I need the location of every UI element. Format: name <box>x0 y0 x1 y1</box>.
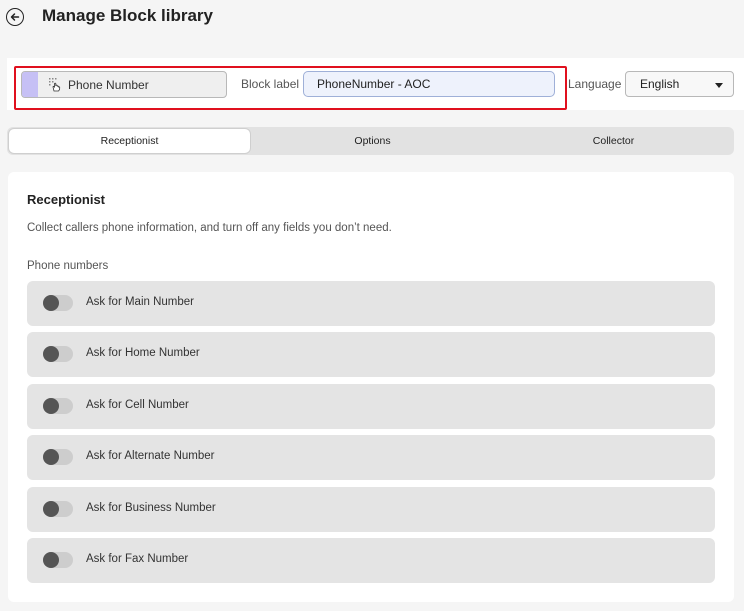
toggle-knob <box>43 500 59 517</box>
arrow-left-icon <box>10 13 20 21</box>
section-description: Collect callers phone information, and t… <box>27 222 392 234</box>
language-select[interactable]: English <box>625 71 734 97</box>
group-label: Phone numbers <box>27 260 109 272</box>
toggle-label: Ask for Home Number <box>86 347 200 360</box>
toggle-list: Ask for Main Number Ask for Home Number … <box>27 281 715 589</box>
toggle-label: Ask for Fax Number <box>86 552 189 565</box>
toggle-row-main-number[interactable]: Ask for Main Number <box>27 281 715 326</box>
toggle-row-cell-number[interactable]: Ask for Cell Number <box>27 383 715 429</box>
toggle-label: Ask for Alternate Number <box>86 450 215 463</box>
toggle-label: Ask for Cell Number <box>86 398 189 411</box>
toggle-switch[interactable] <box>43 295 73 311</box>
highlight-box <box>14 66 567 110</box>
back-button[interactable] <box>6 8 24 26</box>
toggle-knob <box>43 449 59 466</box>
tab-receptionist[interactable]: Receptionist <box>8 128 251 154</box>
toggle-label: Ask for Main Number <box>86 296 195 308</box>
toggle-row-fax-number[interactable]: Ask for Fax Number <box>27 537 715 583</box>
toggle-label: Ask for Business Number <box>86 501 216 514</box>
language-caption: Language <box>568 77 622 91</box>
toggle-switch[interactable] <box>43 397 73 414</box>
language-value: English <box>640 77 680 91</box>
chevron-down-icon <box>715 83 723 88</box>
toggle-knob <box>43 346 59 363</box>
toggle-knob <box>43 397 59 414</box>
page-title: Manage Block library <box>42 6 214 25</box>
tab-options[interactable]: Options <box>252 127 493 155</box>
page-header: Manage Block library <box>0 0 744 40</box>
toggle-knob <box>43 295 59 311</box>
receptionist-panel: Receptionist Collect callers phone infor… <box>8 172 734 602</box>
section-title: Receptionist <box>27 192 106 207</box>
toggle-row-home-number[interactable]: Ask for Home Number <box>27 332 715 378</box>
toggle-row-alternate-number[interactable]: Ask for Alternate Number <box>27 435 715 481</box>
toggle-switch[interactable] <box>43 449 73 466</box>
toggle-switch[interactable] <box>43 500 73 517</box>
tab-collector[interactable]: Collector <box>493 127 734 155</box>
toggle-row-business-number[interactable]: Ask for Business Number <box>27 486 715 532</box>
toggle-switch[interactable] <box>43 346 73 363</box>
tab-bar: Receptionist Options Collector <box>7 127 734 155</box>
toggle-switch[interactable] <box>43 551 73 568</box>
toggle-knob <box>43 551 59 568</box>
